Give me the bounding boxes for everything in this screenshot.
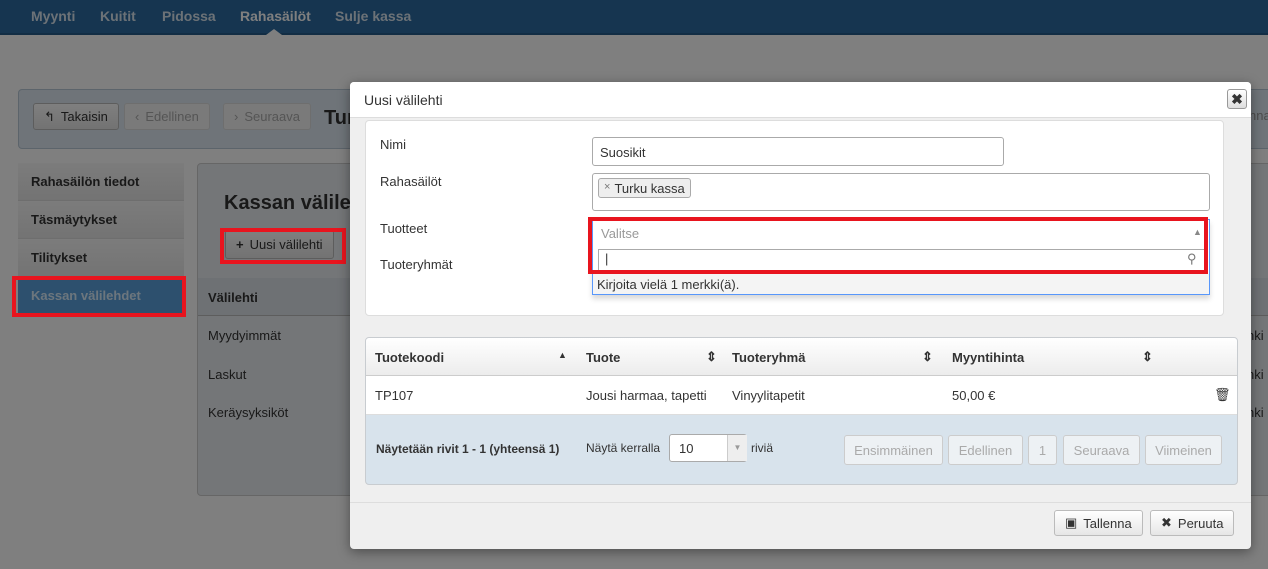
pager-first[interactable]: Ensimmäinen — [844, 435, 943, 465]
cash-multiselect[interactable]: × Turku kassa — [592, 173, 1210, 211]
pager-next[interactable]: Seuraava — [1063, 435, 1140, 465]
page-size-select[interactable]: 10 ▼ — [669, 434, 747, 462]
search-hint: Kirjoita vielä 1 merkki(ä). — [593, 274, 1209, 294]
pager-last[interactable]: Viimeinen — [1145, 435, 1222, 465]
dialog-title: Uusi välilehti — [364, 92, 443, 108]
table-row[interactable]: TP107 Jousi harmaa, tapetti Vinyylitapet… — [366, 376, 1237, 415]
rows-label: riviä — [751, 441, 774, 455]
pager-page-1[interactable]: 1 — [1028, 435, 1057, 465]
name-label: Nimi — [380, 137, 406, 152]
new-tab-dialog: Uusi välilehti ✖ Nimi Suosikit Rahasäilö… — [350, 82, 1251, 549]
groups-label: Tuoteryhmät — [380, 257, 453, 272]
close-icon[interactable]: ✖ — [1227, 89, 1247, 109]
col-myyntihinta[interactable]: Myyntihinta — [952, 350, 1024, 365]
sort-icon[interactable]: ⇕ — [922, 349, 933, 365]
dialog-header: Uusi välilehti ✖ — [350, 82, 1251, 118]
sort-icon[interactable]: ⇕ — [1142, 349, 1153, 365]
cell-price: 50,00 € — [952, 388, 996, 403]
col-tuote[interactable]: Tuote — [586, 350, 620, 365]
products-table: Tuotekoodi ▲ Tuote ⇕ Tuoteryhmä ⇕ Myynti… — [365, 337, 1238, 485]
floppy-icon: ▣ — [1065, 515, 1078, 530]
products-label: Tuotteet — [380, 221, 428, 236]
highlight-new-tab — [220, 228, 346, 264]
chevron-down-icon: ▼ — [727, 435, 747, 461]
tag-turku-kassa: × Turku kassa — [598, 178, 691, 198]
cell-code: TP107 — [375, 388, 414, 403]
page-size-label: Näytä kerralla — [586, 441, 661, 455]
name-input[interactable]: Suosikit — [592, 137, 1004, 166]
footer-divider — [350, 502, 1251, 503]
cell-product: Jousi harmaa, tapetti — [586, 388, 707, 403]
close-icon: ✖ — [1161, 515, 1172, 530]
highlight-products — [588, 217, 1208, 274]
trash-icon[interactable]: 🗑 — [1214, 387, 1231, 403]
cell-group: Vinyylitapetit — [732, 388, 805, 403]
highlight-sidebar — [12, 276, 186, 317]
pager-prev[interactable]: Edellinen — [948, 435, 1023, 465]
cash-label: Rahasäilöt — [380, 174, 442, 189]
rows-info: Näytetään rivit 1 - 1 (yhteensä 1) — [376, 442, 560, 456]
sort-icon[interactable]: ⇕ — [706, 349, 717, 365]
cancel-button[interactable]: ✖ Peruuta — [1150, 510, 1235, 536]
sort-asc-icon[interactable]: ▲ — [558, 350, 567, 360]
col-tuotekoodi[interactable]: Tuotekoodi — [375, 350, 444, 365]
remove-tag-icon[interactable]: × — [604, 181, 610, 195]
col-tuoteryhma[interactable]: Tuoteryhmä — [732, 350, 805, 365]
save-button[interactable]: ▣ Tallenna — [1054, 510, 1143, 536]
